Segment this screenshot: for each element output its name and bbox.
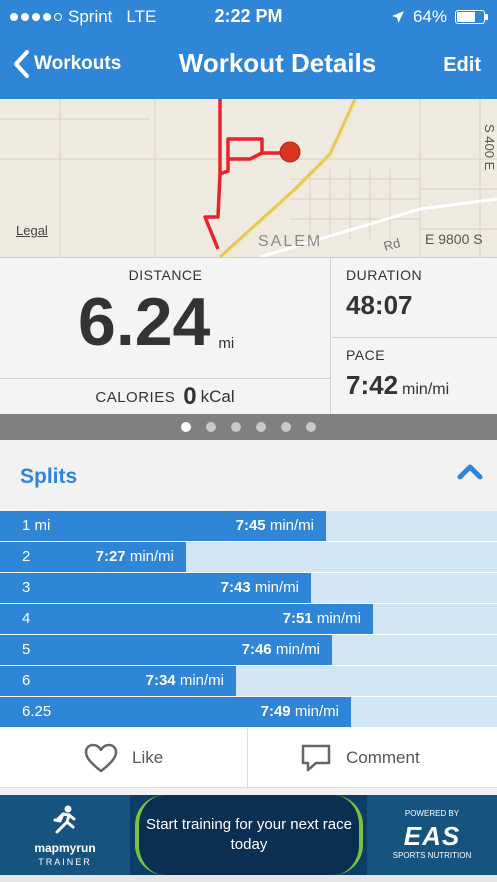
ad-brand-sub: TRAINER [38, 857, 92, 867]
action-divider [247, 728, 248, 788]
calories-stat: CALORIES 0 kCal [0, 378, 331, 415]
distance-value-group: 6.24 mi [78, 286, 234, 358]
map-label-e9800s: E 9800 S [425, 231, 483, 247]
distance-stat: DISTANCE 6.24 mi [0, 258, 331, 378]
split-label: 3 [22, 579, 31, 596]
split-row: 1 mi 7:45 min/mi [0, 511, 497, 542]
pace-value-group: 7:42 min/mi [346, 370, 449, 401]
split-pace: 7:49 [260, 703, 291, 720]
duration-label: DURATION [346, 267, 423, 283]
nav-bar: Workouts Workout Details Edit [0, 44, 497, 89]
like-label: Like [132, 748, 164, 767]
split-pace: 7:34 [145, 672, 176, 689]
map-legal-link[interactable]: Legal [16, 223, 48, 238]
like-button[interactable]: Like [84, 728, 163, 788]
ad-banner[interactable]: mapmyrun TRAINER Start training for your… [0, 795, 497, 875]
split-label: 2 [22, 548, 31, 565]
split-pace: 7:45 [235, 517, 266, 534]
split-unit: min/mi [179, 672, 224, 689]
location-arrow-icon [391, 11, 404, 23]
battery-percent: 64% [412, 7, 447, 26]
split-label: 6.25 [22, 703, 52, 720]
chevron-up-icon[interactable] [457, 462, 483, 480]
distance-value: 6.24 [78, 284, 211, 360]
split-time: 7:49 min/mi [261, 703, 339, 720]
calories-value: 0 [183, 383, 197, 410]
duration-value: 48:07 [346, 290, 413, 320]
split-label: 4 [22, 610, 31, 627]
route-map[interactable]: SALEM E 9800 S S 400 E Rd Legal [0, 99, 497, 257]
split-pace: 7:46 [241, 641, 272, 658]
split-unit: min/mi [129, 548, 174, 565]
split-label: 5 [22, 641, 31, 658]
map-label-salem: SALEM [258, 233, 322, 250]
battery-icon [455, 10, 488, 24]
ad-brand-name: mapmyrun [34, 841, 96, 855]
pace-value: 7:42 [346, 370, 399, 400]
ad-sponsor-logo: EAS [403, 821, 461, 851]
split-time: 7:27 min/mi [96, 548, 174, 565]
heart-icon [84, 743, 118, 773]
status-bar: Sprint LTE 2:22 PM 64% [0, 6, 497, 28]
top-bar: Sprint LTE 2:22 PM 64% Workouts Workout … [0, 0, 497, 99]
splits-list: 1 mi 7:45 min/mi 2 7:27 min/mi 3 7:43 mi… [0, 511, 497, 728]
distance-unit: mi [218, 335, 235, 352]
split-row: 2 7:27 min/mi [0, 542, 497, 573]
page-dot[interactable] [281, 422, 291, 432]
split-label: 6 [22, 672, 31, 689]
split-row: 4 7:51 min/mi [0, 604, 497, 635]
comment-button[interactable]: Comment [300, 728, 420, 788]
page-dot[interactable] [306, 422, 316, 432]
split-time: 7:43 min/mi [221, 579, 299, 596]
split-row: 5 7:46 min/mi [0, 635, 497, 666]
edit-button[interactable]: Edit [443, 54, 481, 77]
ad-sponsor-panel: POWERED BY EAS SPORTS NUTRITION [367, 795, 497, 875]
split-unit: min/mi [316, 610, 361, 627]
split-time: 7:51 min/mi [283, 610, 361, 627]
split-time: 7:34 min/mi [146, 672, 224, 689]
comment-label: Comment [346, 748, 420, 767]
split-unit: min/mi [254, 579, 299, 596]
runner-icon [53, 805, 76, 834]
pace-unit: min/mi [402, 381, 450, 398]
distance-label: DISTANCE [128, 267, 203, 283]
page-indicator[interactable] [0, 414, 497, 440]
pace-stat: PACE 7:42 min/mi [332, 338, 497, 415]
split-pace: 7:27 [95, 548, 126, 565]
calories-unit: kCal [200, 387, 235, 406]
ad-message: Start training for your next race today [146, 816, 352, 853]
action-bar: Like Comment [0, 728, 497, 788]
split-time: 7:46 min/mi [242, 641, 320, 658]
ad-brand-panel: mapmyrun TRAINER [0, 795, 130, 875]
split-unit: min/mi [269, 517, 314, 534]
split-unit: min/mi [294, 703, 339, 720]
split-label: 1 mi [22, 517, 51, 534]
split-row: 6.25 7:49 min/mi [0, 697, 497, 728]
split-pace: 7:43 [220, 579, 251, 596]
map-drawing: SALEM E 9800 S S 400 E Rd [0, 99, 497, 257]
ad-sponsor-sub: SPORTS NUTRITION [392, 851, 472, 860]
status-right: 64% [391, 7, 488, 27]
pace-label: PACE [346, 347, 386, 363]
splits-title: Splits [20, 465, 78, 488]
split-row: 3 7:43 min/mi [0, 573, 497, 604]
split-row: 6 7:34 min/mi [0, 666, 497, 697]
page-dot[interactable] [256, 422, 266, 432]
splits-header[interactable]: Splits [0, 440, 497, 511]
page-dot[interactable] [206, 422, 216, 432]
workout-stats: DISTANCE 6.24 mi CALORIES 0 kCal DURATIO… [0, 257, 497, 415]
calories-label: CALORIES [95, 388, 176, 406]
split-unit: min/mi [275, 641, 320, 658]
bottom-strip [0, 875, 497, 882]
map-label-s400e: S 400 E [482, 124, 497, 171]
ad-powered-by: POWERED BY [404, 809, 460, 818]
split-time: 7:45 min/mi [236, 517, 314, 534]
speech-bubble-icon [301, 744, 331, 772]
map-label-rd: Rd [382, 235, 402, 254]
page-dot[interactable] [231, 422, 241, 432]
page-dot[interactable] [181, 422, 191, 432]
duration-stat: DURATION 48:07 [332, 258, 497, 338]
page-title: Workout Details [178, 48, 377, 78]
split-pace: 7:51 [282, 610, 313, 627]
